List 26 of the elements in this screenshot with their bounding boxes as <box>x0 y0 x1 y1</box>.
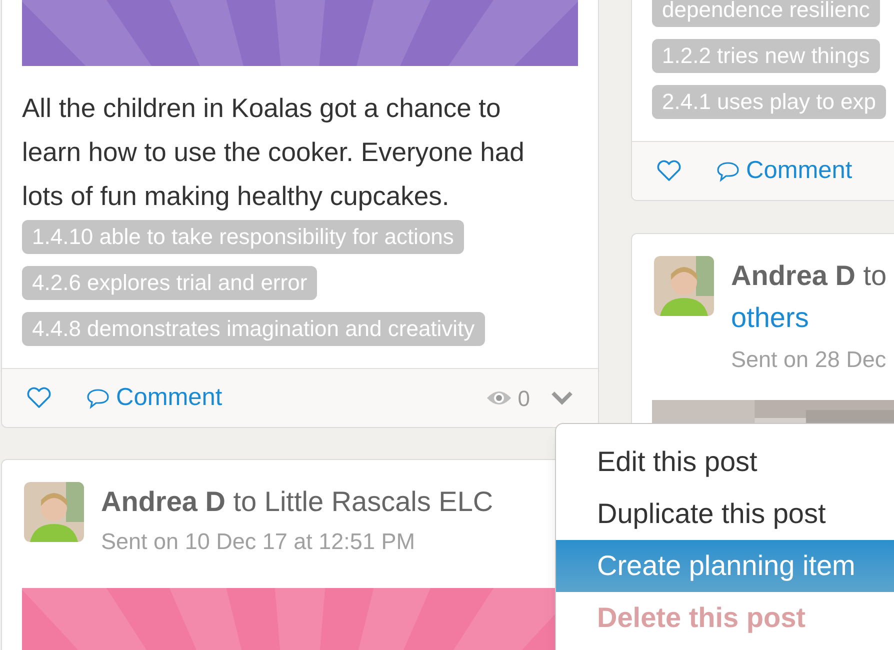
heart-icon[interactable] <box>26 387 52 409</box>
audience-link[interactable]: others <box>731 296 887 340</box>
menu-item[interactable]: Duplicate this post <box>556 488 894 540</box>
menu-item[interactable]: Edit this post <box>556 436 894 488</box>
eye-icon <box>486 389 512 407</box>
comment-button[interactable]: Comment <box>86 380 222 416</box>
tag: 4.4.8 demonstrates imagination and creativity <box>22 312 485 346</box>
tag: 4.2.6 explores trial and error <box>22 266 318 300</box>
tag: 1.2.2 tries new things <box>652 39 880 73</box>
tag: dependence resilienc <box>652 0 880 27</box>
post-author-line: Andrea D to <box>731 259 887 293</box>
speech-bubble-icon <box>86 387 110 409</box>
avatar <box>24 482 84 542</box>
post-body: All the children in Koalas got a chance to learn how to use the cooker. Everyone had lots of fun making healthy cupcakes. <box>21 92 526 213</box>
sent-date: Sent on 28 Dec <box>731 346 887 374</box>
tag: 2.4.1 uses play to exp <box>652 85 886 119</box>
menu-item[interactable]: Delete this post <box>556 592 894 644</box>
heart-icon[interactable] <box>656 160 682 182</box>
speech-bubble-icon <box>716 160 740 182</box>
tag: 1.4.10 able to take responsibility for actions <box>22 220 464 254</box>
post-author-line: Andrea D to Little Rascals ELC <box>101 485 494 519</box>
avatar <box>654 256 714 316</box>
chevron-down-icon[interactable] <box>550 390 574 406</box>
menu-item[interactable]: Create planning item <box>556 540 894 592</box>
sent-date: Sent on 10 Dec 17 at 12:51 PM <box>101 528 416 556</box>
view-count: 0 <box>518 384 530 412</box>
